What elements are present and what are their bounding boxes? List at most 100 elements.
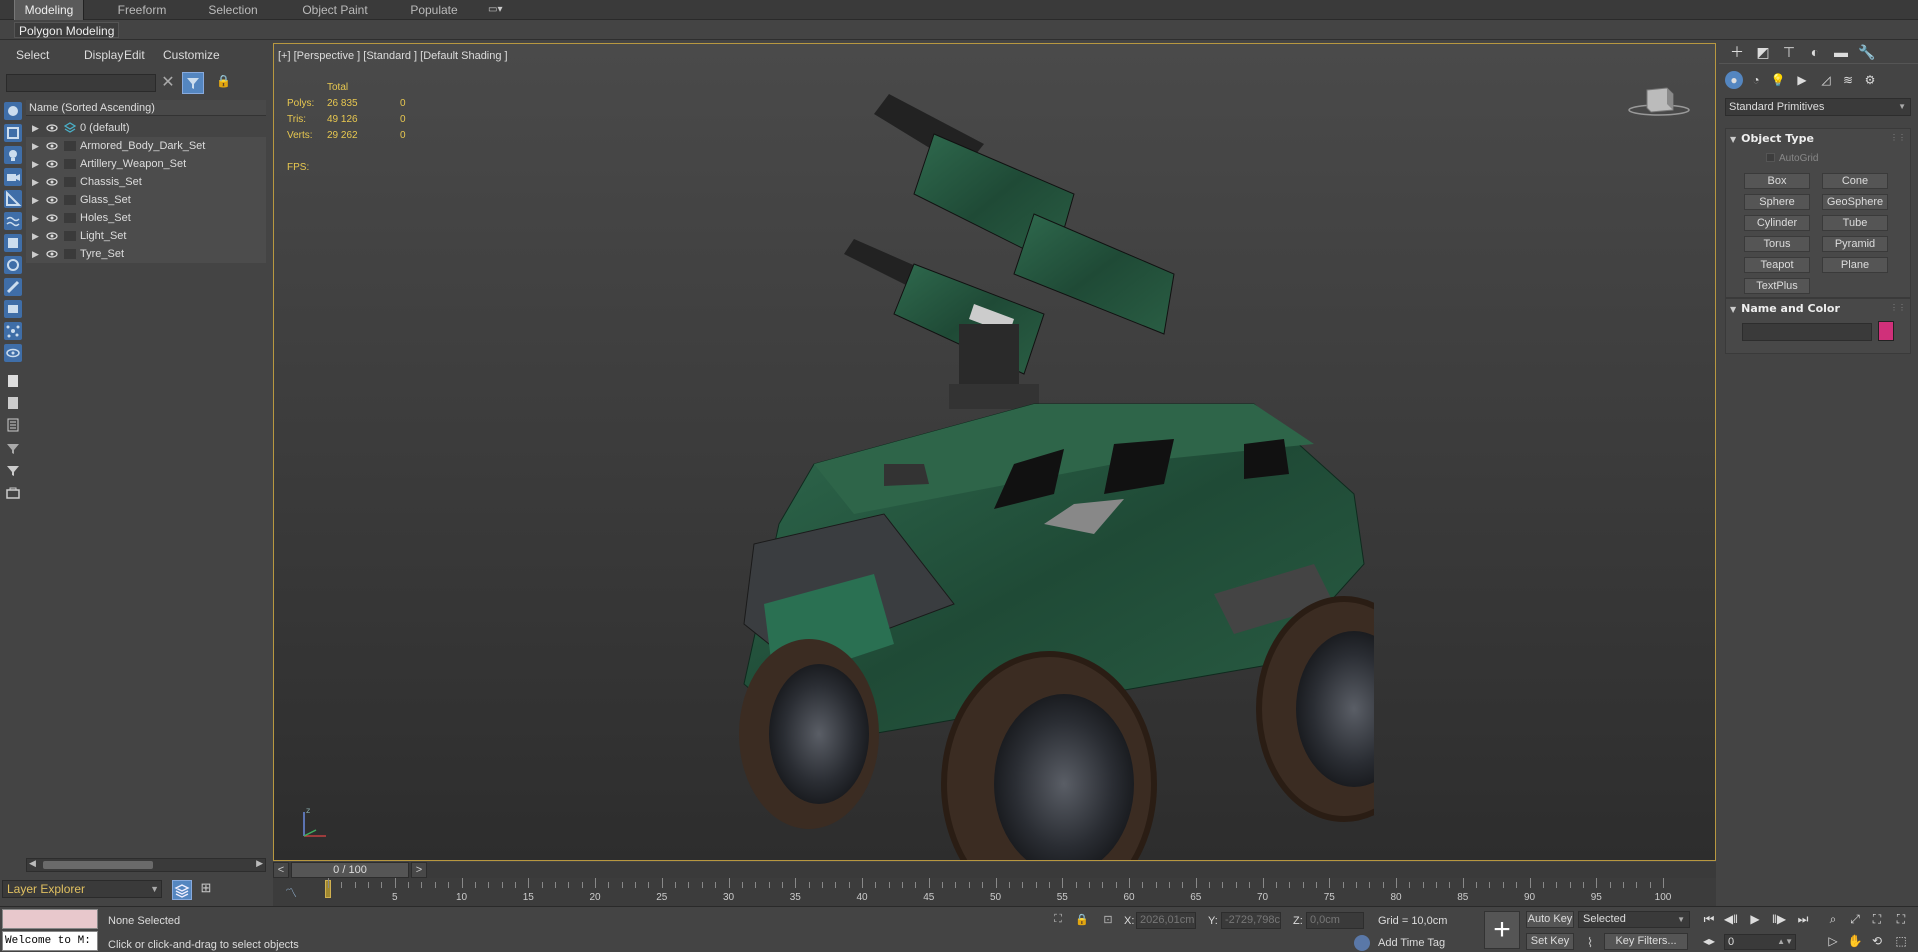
cone-button[interactable]: Cone (1822, 173, 1888, 189)
menu-display[interactable]: Display (84, 48, 123, 62)
z-coordinate-field[interactable]: 0,0cm (1306, 912, 1364, 929)
x-coordinate-field[interactable]: 2026,01cm (1136, 912, 1196, 929)
notes-icon[interactable] (4, 372, 22, 390)
y-coordinate-field[interactable]: -2729,798c (1221, 912, 1281, 929)
play-icon[interactable]: ▶ (1746, 911, 1764, 927)
set-key-button[interactable]: Set Key (1526, 933, 1574, 950)
field-of-view-icon[interactable]: ▷ (1824, 933, 1842, 949)
zoom-icon[interactable]: ⌕ (1824, 911, 1842, 927)
absolute-mode-icon[interactable]: ⊡ (1100, 913, 1116, 927)
display-xrefs-icon[interactable] (4, 256, 22, 274)
pyramid-button[interactable]: Pyramid (1822, 236, 1888, 252)
column-header-name[interactable]: Name (Sorted Ascending) (26, 100, 266, 116)
go-to-start-icon[interactable]: ⏮ (1700, 911, 1718, 927)
page-icon[interactable] (4, 394, 22, 412)
viewcube-icon[interactable] (1627, 84, 1691, 120)
tab-populate[interactable]: Populate (398, 0, 470, 20)
spacewarps-category-icon[interactable]: ≋ (1839, 71, 1857, 89)
maximize-viewport-icon[interactable]: ⬚ (1892, 933, 1910, 949)
explorer-horizontal-scrollbar[interactable]: ◀ ▶ (26, 858, 266, 872)
geometry-category-icon[interactable]: ● (1725, 71, 1743, 89)
active-layer-icon[interactable] (64, 122, 76, 134)
hierarchy-tab-icon[interactable]: ⊤ (1779, 44, 1799, 60)
explorer-hierarchy-icon[interactable]: ⊞ (196, 880, 216, 900)
previous-frame-icon[interactable]: ◀‖ (1722, 911, 1740, 927)
layer-row[interactable]: ▶ 0 (default) (26, 119, 266, 137)
modify-tab-icon[interactable]: ◩ (1753, 44, 1773, 60)
curve-editor-icon[interactable]: 〽 (285, 884, 297, 901)
display-lights-icon[interactable] (4, 146, 22, 164)
shapes-category-icon[interactable]: ◔ (1747, 71, 1765, 89)
time-slider-thumb[interactable]: 0 / 100 (291, 862, 409, 878)
layer-row[interactable]: ▶ Holes_Set (26, 209, 266, 227)
expand-arrow-icon[interactable]: ▶ (32, 245, 40, 263)
scroll-thumb[interactable] (43, 861, 153, 869)
visibility-eye-icon[interactable] (46, 249, 58, 259)
visibility-eye-icon[interactable] (46, 213, 58, 223)
pan-view-icon[interactable]: ✋ (1846, 933, 1864, 949)
tab-object-paint[interactable]: Object Paint (290, 0, 380, 20)
scroll-left-icon[interactable]: ◀ (29, 858, 36, 869)
box-button[interactable]: Box (1744, 173, 1810, 189)
filter-funnel-alt-icon[interactable] (4, 462, 22, 480)
layer-freeze-icon[interactable] (64, 213, 76, 223)
layer-row[interactable]: ▶ Glass_Set (26, 191, 266, 209)
display-tab-icon[interactable]: ▬ (1831, 44, 1851, 60)
maxscript-listener-output[interactable] (2, 909, 98, 929)
polygon-modeling-panel[interactable]: Polygon Modeling (14, 22, 120, 38)
object-category-select[interactable]: Standard Primitives ▼ (1725, 98, 1911, 116)
systems-category-icon[interactable]: ⚙ (1861, 71, 1879, 89)
utilities-tab-icon[interactable]: 🔧 (1857, 44, 1877, 60)
layer-freeze-icon[interactable] (64, 231, 76, 241)
expand-arrow-icon[interactable]: ▶ (32, 173, 40, 191)
geosphere-button[interactable]: GeoSphere (1822, 194, 1888, 210)
visibility-eye-icon[interactable] (46, 159, 58, 169)
expand-arrow-icon[interactable]: ▶ (32, 227, 40, 245)
tab-freeform[interactable]: Freeform (106, 0, 178, 20)
lights-category-icon[interactable]: 💡 (1769, 71, 1787, 89)
layer-row[interactable]: ▶ Light_Set (26, 227, 266, 245)
layer-row[interactable]: ▶ Artillery_Weapon_Set (26, 155, 266, 173)
lock-icon[interactable]: 🔒 (216, 74, 231, 92)
maxscript-mini-listener[interactable]: Welcome to M: (2, 931, 98, 951)
trackbar[interactable]: 〽 5 10 15 20 25 30 35 40 45 50 55 60 65 70 75 80 85 90 95 1… (273, 878, 1716, 906)
filter-icon[interactable] (182, 72, 204, 94)
time-config-icon[interactable]: ◂▸ (1700, 933, 1718, 949)
expand-arrow-icon[interactable]: ▶ (32, 191, 40, 209)
spinner-icon[interactable]: ▲▼ (1777, 935, 1793, 949)
autogrid-checkbox[interactable]: AutoGrid (1766, 153, 1818, 164)
cylinder-button[interactable]: Cylinder (1744, 215, 1810, 231)
list-icon[interactable] (4, 416, 22, 434)
textplus-button[interactable]: TextPlus (1744, 278, 1810, 294)
display-hidden-icon[interactable] (4, 344, 22, 362)
display-groups-icon[interactable] (4, 234, 22, 252)
layer-freeze-icon[interactable] (64, 141, 76, 151)
layer-row[interactable]: ▶ Tyre_Set (26, 245, 266, 263)
expand-arrow-icon[interactable]: ▶ (32, 119, 40, 137)
zoom-extents-all-icon[interactable]: ⛶ (1892, 911, 1910, 927)
visibility-eye-icon[interactable] (46, 195, 58, 205)
sphere-button[interactable]: Sphere (1744, 194, 1810, 210)
rollout-grip-icon[interactable]: ⋮⋮ (1890, 303, 1906, 312)
default-tangents-icon[interactable]: ⌇ (1580, 935, 1600, 950)
tab-selection[interactable]: Selection (196, 0, 270, 20)
name-and-color-header[interactable]: ▼ Name and Color (1730, 302, 1840, 315)
perspective-viewport[interactable]: [+] [Perspective ] [Standard ] [Default … (273, 43, 1716, 861)
object-color-swatch[interactable] (1878, 321, 1894, 341)
object-type-rollout-header[interactable]: ▼ Object Type (1730, 132, 1814, 145)
visibility-eye-icon[interactable] (46, 123, 58, 133)
layer-row[interactable]: ▶ Chassis_Set (26, 173, 266, 191)
select-box-icon[interactable] (4, 484, 22, 502)
teapot-button[interactable]: Teapot (1744, 257, 1810, 273)
go-to-end-icon[interactable]: ⏭ (1794, 911, 1812, 927)
key-filters-button[interactable]: Key Filters... (1604, 933, 1688, 950)
visibility-eye-icon[interactable] (46, 231, 58, 241)
zoom-extents-icon[interactable]: ⛶ (1868, 911, 1886, 927)
display-bones-icon[interactable] (4, 278, 22, 296)
clear-search-icon[interactable]: ✕ (160, 74, 176, 92)
auto-key-button[interactable]: Auto Key (1526, 911, 1574, 928)
selection-lock-icon[interactable]: 🔒 (1074, 913, 1090, 927)
layer-freeze-icon[interactable] (64, 177, 76, 187)
current-frame-field[interactable]: 0 ▲▼ (1724, 934, 1796, 950)
display-geometry-icon[interactable] (4, 102, 22, 120)
